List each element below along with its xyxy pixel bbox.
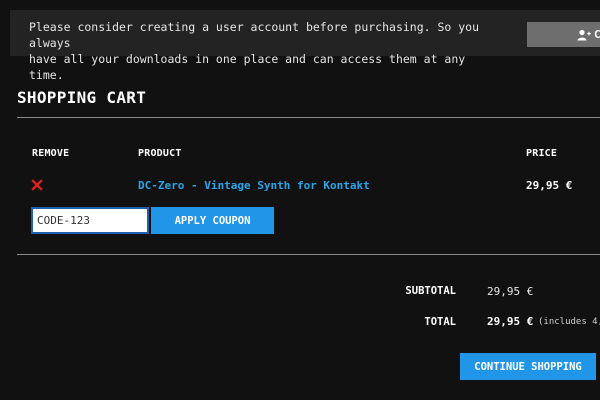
product-price: 29,95 € bbox=[526, 179, 573, 192]
totals-divider bbox=[17, 254, 600, 255]
tax-note: (includes 4,7 bbox=[538, 317, 600, 327]
column-header-remove: REMOVE bbox=[32, 148, 70, 159]
apply-coupon-button[interactable]: APPLY COUPON bbox=[151, 207, 274, 234]
create-account-button[interactable]: C bbox=[527, 22, 600, 47]
subtotal-value: 29,95 € bbox=[487, 285, 534, 298]
account-notice-text: Please consider creating a user account … bbox=[29, 20, 480, 82]
total-value: 29,95 € bbox=[487, 315, 534, 328]
total-label: TOTAL bbox=[424, 316, 456, 328]
column-header-price: PRICE bbox=[526, 148, 558, 159]
user-plus-icon bbox=[577, 29, 591, 40]
shopping-cart-page: Please consider creating a user account … bbox=[0, 0, 600, 400]
create-account-label: C bbox=[594, 28, 600, 41]
column-header-product: PRODUCT bbox=[138, 148, 182, 159]
close-icon[interactable] bbox=[30, 178, 44, 192]
coupon-code-input[interactable] bbox=[31, 207, 149, 234]
page-title: SHOPPING CART bbox=[17, 88, 147, 107]
account-notice-banner: Please consider creating a user account … bbox=[10, 10, 600, 82]
subtotal-label: SUBTOTAL bbox=[405, 285, 456, 297]
product-link[interactable]: DC-Zero - Vintage Synth for Kontakt bbox=[138, 179, 370, 192]
continue-shopping-button[interactable]: CONTINUE SHOPPING bbox=[460, 353, 596, 380]
title-divider bbox=[17, 117, 600, 118]
